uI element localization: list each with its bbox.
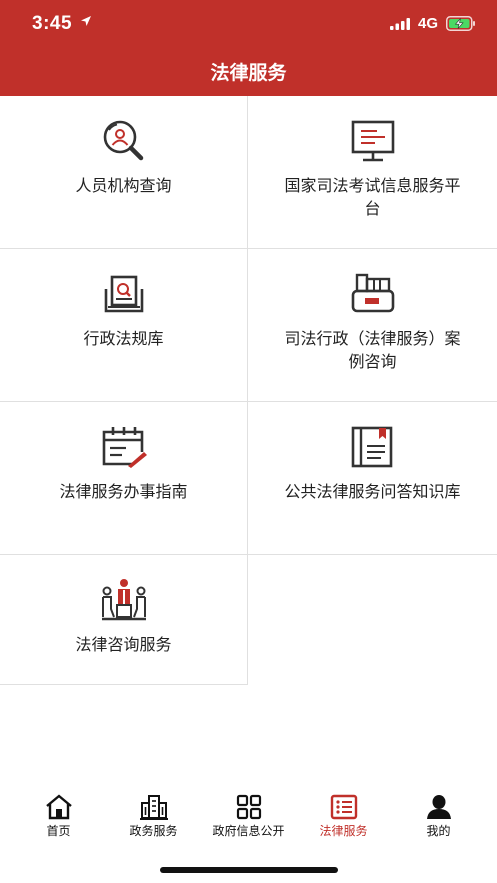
- tab-label: 政务服务: [129, 824, 178, 838]
- service-label: 法律服务办事指南: [59, 482, 188, 501]
- app-header: 3:45 4G 法律服务: [0, 0, 497, 96]
- monitor-icon: [351, 120, 394, 162]
- service-label: 司法行政（法律服务）案例咨询: [284, 329, 461, 371]
- tab-government-info[interactable]: 政府信息公开: [199, 788, 298, 848]
- tab-label: 法律服务: [319, 824, 368, 838]
- service-label: 行政法规库: [83, 329, 164, 348]
- service-label: 国家司法考试信息服务平台: [284, 176, 461, 218]
- service-item-qa-knowledge[interactable]: 公共法律服务问答知识库: [248, 402, 497, 555]
- building-icon: [139, 795, 168, 820]
- service-item-case-consult[interactable]: 司法行政（法律服务）案例咨询: [248, 249, 497, 402]
- calendar-pen-icon: [102, 427, 147, 468]
- document-search-icon: [104, 275, 143, 313]
- book-icon: [351, 426, 392, 468]
- service-item-regulations[interactable]: 行政法规库: [0, 249, 248, 402]
- tab-legal-services[interactable]: 法律服务: [294, 788, 393, 848]
- tab-mine[interactable]: 我的: [389, 788, 488, 848]
- location-arrow-icon: [81, 16, 91, 26]
- status-time: 3:45: [32, 13, 73, 34]
- tab-label: 首页: [46, 824, 71, 838]
- network-type: 4G: [418, 15, 439, 32]
- tab-label: 政府信息公开: [212, 824, 285, 838]
- bottom-tab-bar: 首页 政务服务 政府信息公开 法律服务 我的: [0, 788, 497, 848]
- tab-home[interactable]: 首页: [9, 788, 108, 848]
- consultation-icon: [101, 579, 146, 621]
- list-icon: [330, 794, 357, 820]
- service-label: 公共法律服务问答知识库: [284, 482, 461, 501]
- page-title: 法律服务: [210, 62, 287, 84]
- tab-government-services[interactable]: 政务服务: [104, 788, 203, 848]
- service-item-legal-consult[interactable]: 法律咨询服务: [0, 555, 248, 685]
- home-indicator: [160, 867, 338, 873]
- service-item-guide[interactable]: 法律服务办事指南: [0, 402, 248, 555]
- file-folder-icon: [351, 273, 394, 313]
- user-icon: [426, 795, 451, 819]
- service-item-personnel-query[interactable]: 人员机构查询: [0, 96, 248, 249]
- tab-label: 我的: [426, 824, 451, 838]
- battery-charging-icon: [446, 16, 475, 31]
- service-label: 法律咨询服务: [75, 635, 172, 654]
- service-item-exam-platform[interactable]: 国家司法考试信息服务平台: [248, 96, 497, 249]
- service-label: 人员机构查询: [75, 176, 172, 195]
- home-icon: [45, 794, 72, 820]
- grid-icon: [236, 794, 261, 820]
- magnifier-person-icon: [103, 120, 143, 161]
- signal-icon: [390, 18, 410, 30]
- status-bar: 3:45 4G: [0, 0, 497, 50]
